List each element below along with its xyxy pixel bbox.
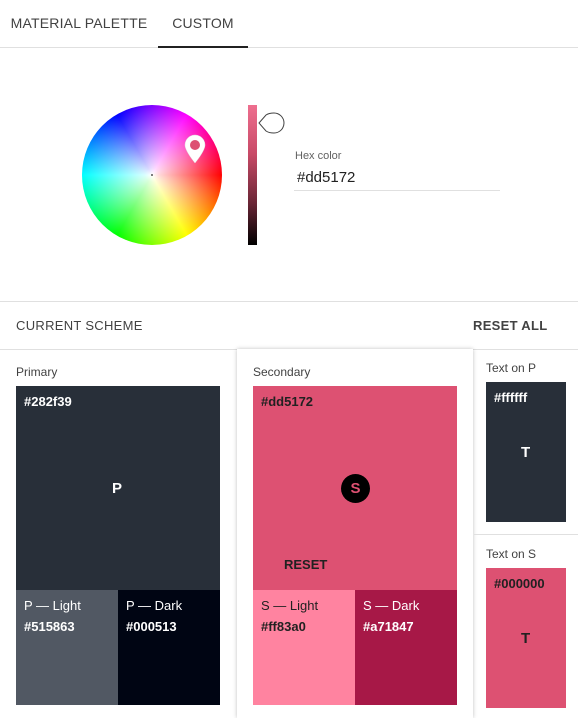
primary-code: #282f39 [24,394,72,409]
text-on-p-label: Text on P [486,361,537,375]
tab-custom[interactable]: CUSTOM [158,0,248,48]
secondary-label: Secondary [253,365,311,379]
primary-light-swatch[interactable]: P — Light #515863 [16,590,118,705]
primary-letter: P [112,480,123,497]
text-on-s-code: #000000 [494,576,545,591]
secondary-light-code: #ff83a0 [261,619,306,634]
primary-dark-swatch[interactable]: P — Dark #000513 [118,590,220,705]
secondary-code: #dd5172 [261,394,314,409]
secondary-dark-swatch[interactable]: S — Dark #a71847 [355,590,457,705]
secondary-dark-label: S — Dark [363,598,420,613]
tab-bar: MATERIAL PALETTE CUSTOM [0,0,578,48]
color-wheel[interactable] [82,105,222,245]
secondary-reset-button[interactable]: RESET [284,557,327,572]
hex-color-label: Hex color [295,150,342,162]
secondary-dark-code: #a71847 [363,619,414,634]
text-on-s-letter: T [521,630,531,647]
primary-dark-code: #000513 [126,619,177,634]
primary-light-code: #515863 [24,619,75,634]
brightness-slider[interactable] [248,105,257,245]
color-wheel-marker-icon[interactable] [183,134,207,164]
tab-material-palette[interactable]: MATERIAL PALETTE [0,0,158,47]
current-scheme-title: CURRENT SCHEME [16,318,143,333]
secondary-letter-badge: S [341,474,370,503]
side-divider [474,534,578,535]
primary-dark-label: P — Dark [126,598,183,613]
text-on-p-letter: T [521,444,531,461]
slider-thumb-icon[interactable] [257,112,285,134]
secondary-light-label: S — Light [261,598,319,613]
hex-color-input[interactable] [294,164,500,191]
text-on-s-label: Text on S [486,547,537,561]
reset-all-button[interactable]: RESET ALL [473,318,547,333]
section-divider [0,301,578,302]
text-on-p-code: #ffffff [494,390,528,405]
wheel-center-dot [151,174,153,176]
primary-light-label: P — Light [24,598,81,613]
primary-label: Primary [16,365,58,379]
secondary-light-swatch[interactable]: S — Light #ff83a0 [253,590,355,705]
